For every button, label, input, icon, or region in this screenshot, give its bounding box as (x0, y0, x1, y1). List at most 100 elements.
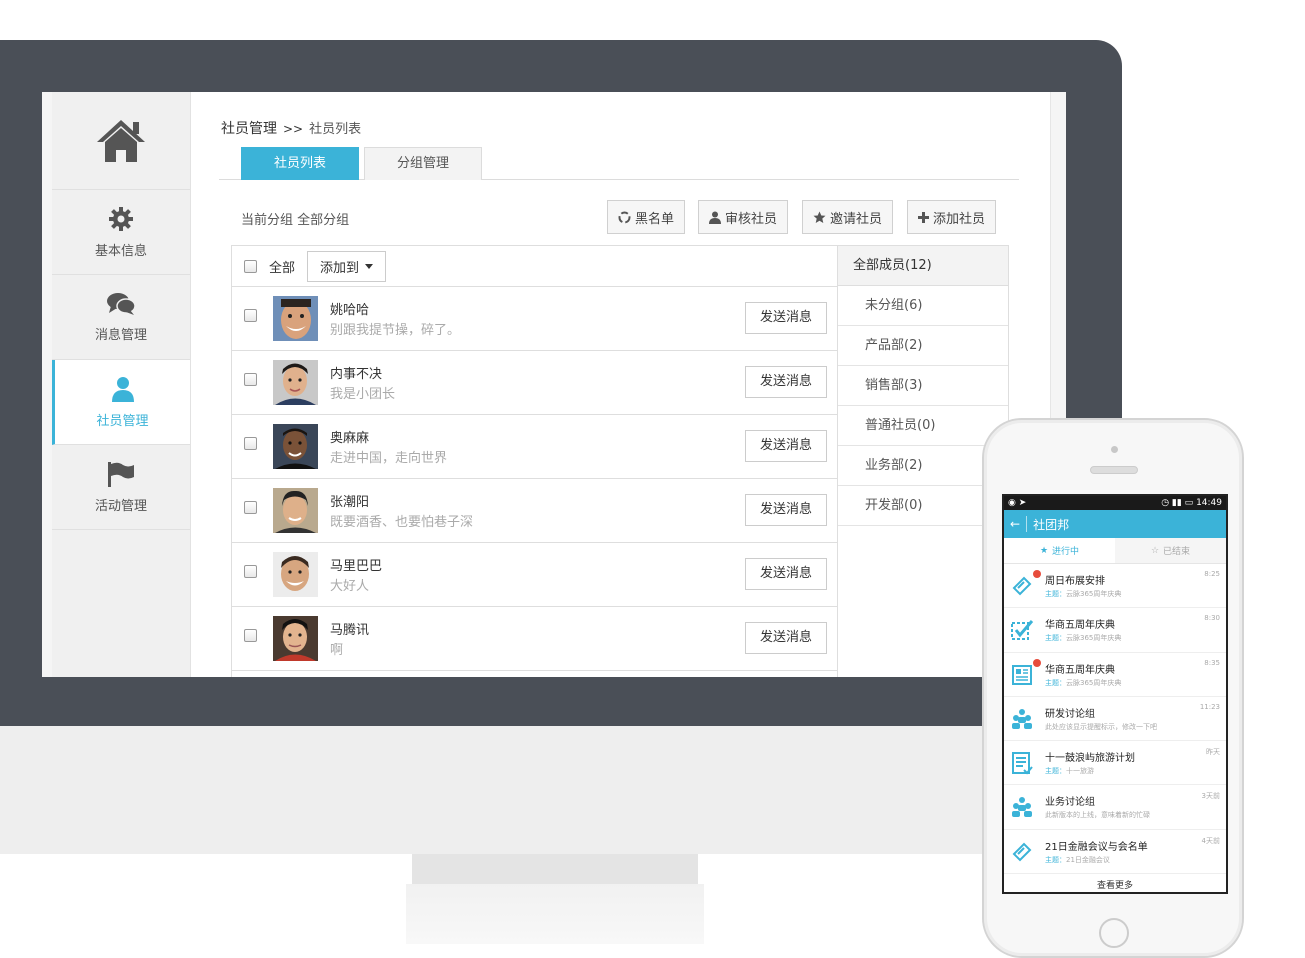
member-list-header: 全部 添加到 (232, 246, 837, 287)
send-message-button[interactable]: 发送消息 (745, 558, 827, 590)
activity-subtitle: 主题：云脉365周年庆典 (1045, 590, 1122, 598)
breadcrumb: 社员管理 >> 社员列表 (221, 118, 361, 138)
sidebar-item-label: 社员管理 (96, 413, 149, 429)
avatar[interactable] (273, 424, 318, 469)
group-item-all[interactable]: 全部成员(12) (838, 246, 1008, 286)
send-message-button[interactable]: 发送消息 (745, 430, 827, 462)
unread-dot (1033, 570, 1041, 578)
member-checkbox[interactable] (244, 565, 257, 578)
select-all-checkbox[interactable] (244, 259, 257, 273)
activity-item[interactable]: 华商五周年庆典 主题：云脉365周年庆典 8:30 (1004, 608, 1226, 653)
star-icon (813, 211, 826, 223)
add-to-label: 添加到 (320, 260, 360, 276)
breadcrumb-root[interactable]: 社员管理 (221, 121, 277, 137)
activity-item[interactable]: 21日金融会议与会名单 主题：21日金融会议 4天前 (1004, 830, 1226, 875)
checkbox-icon (1011, 620, 1034, 641)
member-name: 姚哈哈 (330, 303, 370, 318)
add-to-dropdown[interactable]: 添加到 (307, 250, 387, 282)
group-item[interactable]: 销售部(3) (838, 366, 1008, 406)
activity-title: 21日金融会议与会名单 (1045, 841, 1148, 853)
back-arrow-icon[interactable]: ← (1010, 517, 1020, 531)
home-icon (97, 119, 145, 162)
activity-item[interactable]: 华商五周年庆典 主题：云脉365周年庆典 8:35 (1004, 653, 1226, 697)
add-member-label: 添加社员 (933, 211, 986, 227)
sidebar-item-activities[interactable]: 活动管理 (52, 445, 190, 530)
activity-subtitle: 主题：云脉365周年庆典 (1045, 678, 1122, 687)
monitor-base (406, 884, 704, 944)
app-tab-bar: ★ 进行中 ☆ 已结束 (1004, 538, 1226, 564)
activity-item[interactable]: 十一鼓浪屿旅游计划 主题：十一旅游 昨天 (1004, 741, 1226, 786)
activity-item[interactable]: 业务讨论组 此新版本的上线，意味着新的忙碌 3天前 (1004, 785, 1226, 830)
member-list: 全部 添加到 姚哈哈 别跟我提节操，碎了。 发送消息 内事不决 我是小团长 发送… (231, 245, 838, 677)
group-item[interactable]: 产品部(2) (838, 326, 1008, 366)
app-title: 社团邦 (1033, 517, 1070, 532)
user-icon (709, 211, 721, 224)
view-more-link[interactable]: 查看更多 (1004, 874, 1226, 891)
member-motto: 既要酒香、也要怕巷子深 (330, 515, 474, 530)
sidebar-item-label: 活动管理 (94, 498, 147, 514)
sidebar-item-label: 消息管理 (94, 327, 147, 343)
send-message-button[interactable]: 发送消息 (745, 366, 827, 398)
tab-bar: 社员列表 分组管理 (219, 147, 1019, 180)
home-button[interactable] (52, 92, 190, 190)
unread-dot (1033, 658, 1041, 667)
group-item[interactable]: 未分组(6) (838, 286, 1008, 326)
breadcrumb-separator: >> (283, 122, 304, 136)
activity-title: 华商五周年庆典 (1045, 664, 1115, 676)
screen-edge (42, 92, 52, 677)
member-checkbox[interactable] (244, 437, 257, 450)
send-message-button[interactable]: 发送消息 (745, 302, 827, 334)
gear-icon (109, 206, 133, 231)
tab-ended-label: 已结束 (1163, 547, 1191, 557)
member-row: 马里巴巴 大好人 发送消息 (232, 543, 837, 607)
phone-status-bar: ◉ ➤ ◷ ▮▮ ▭ 14:49 (1004, 496, 1226, 510)
activity-time: 8:25 (1204, 570, 1220, 578)
member-checkbox[interactable] (244, 501, 257, 514)
member-motto: 啊 (330, 643, 344, 658)
send-message-button[interactable]: 发送消息 (745, 494, 827, 526)
phone-screen: ◉ ➤ ◷ ▮▮ ▭ 14:49 ← 社团邦 ★ 进行中 ☆ 已结束 周日布展安… (1002, 494, 1228, 894)
avatar[interactable] (273, 616, 318, 661)
avatar[interactable] (273, 296, 318, 341)
activity-subtitle: 此处应该显示提醒标示，修改一下吧 (1045, 722, 1157, 731)
member-row: 马腾讯 啊 发送消息 (232, 607, 837, 671)
tab-ongoing[interactable]: ★ 进行中 (1004, 538, 1115, 563)
invite-members-button[interactable]: 邀请社员 (802, 200, 894, 234)
activity-title: 周日布展安排 (1045, 576, 1105, 587)
activity-time: 8:30 (1204, 614, 1220, 623)
sidebar-item-messages[interactable]: 消息管理 (52, 275, 190, 360)
review-members-button[interactable]: 审核社员 (698, 200, 789, 234)
group-item[interactable]: 普通社员(0) (838, 406, 1008, 446)
avatar[interactable] (273, 488, 318, 533)
location-icon: ◉ ➤ (1008, 498, 1027, 508)
member-checkbox[interactable] (244, 629, 257, 642)
add-member-button[interactable]: 添加社员 (907, 200, 997, 234)
activity-time: 3天前 (1201, 792, 1220, 801)
user-icon (111, 376, 134, 402)
activity-subtitle: 主题：21日金融会议 (1045, 855, 1110, 864)
tab-group-management[interactable]: 分组管理 (364, 147, 482, 180)
group-icon (1012, 708, 1032, 729)
member-checkbox[interactable] (244, 373, 257, 386)
star-icon: ★ (1039, 545, 1049, 556)
activity-time: 4天前 (1201, 836, 1220, 845)
member-motto: 我是小团长 (330, 387, 396, 402)
avatar[interactable] (273, 360, 318, 405)
status-time: 14:49 (1196, 498, 1222, 508)
app-header: ← 社团邦 (1004, 510, 1226, 538)
activity-item[interactable]: 研发讨论组 此处应该显示提醒标示，修改一下吧 11:23 (1004, 697, 1226, 742)
sidebar-item-members[interactable]: 社员管理 (52, 360, 190, 445)
chat-icon (107, 292, 136, 315)
activity-item[interactable]: 周日布展安排 主题：云脉365周年庆典 8:25 (1004, 564, 1226, 609)
send-message-button[interactable]: 发送消息 (745, 622, 827, 654)
activity-subtitle: 主题：云脉365周年庆典 (1045, 634, 1122, 643)
tab-member-list[interactable]: 社员列表 (241, 147, 359, 180)
member-motto: 大好人 (330, 579, 370, 594)
tab-ended[interactable]: ☆ 已结束 (1115, 538, 1226, 563)
blacklist-button[interactable]: 黑名单 (607, 200, 686, 234)
sidebar: 基本信息 消息管理 社员管理 活动管理 (52, 92, 191, 677)
caret-down-icon (365, 263, 374, 269)
sidebar-item-basic-info[interactable]: 基本信息 (52, 190, 190, 275)
avatar[interactable] (273, 552, 318, 597)
member-checkbox[interactable] (244, 309, 257, 322)
